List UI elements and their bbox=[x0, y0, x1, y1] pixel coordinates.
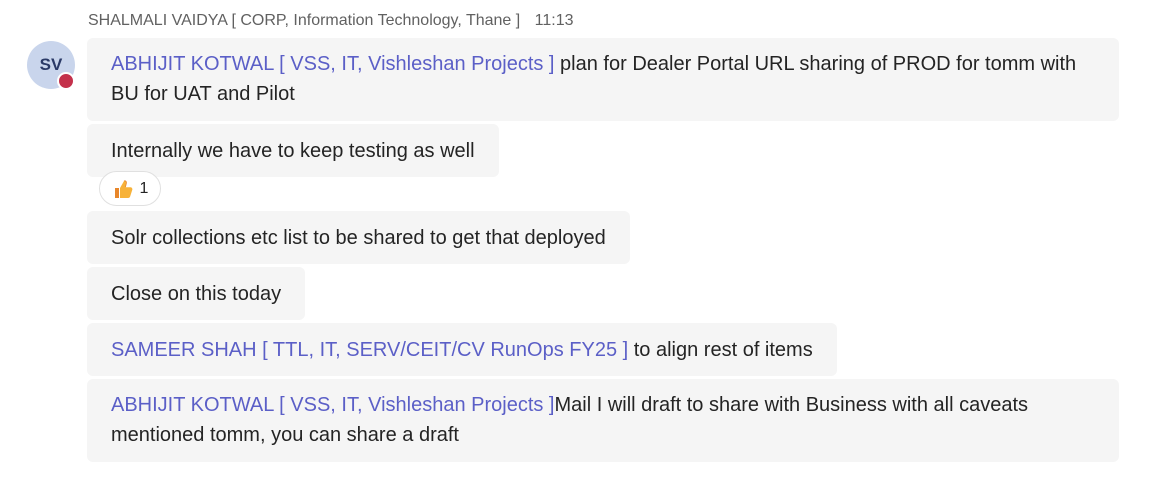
message-text: BU for UAT and Pilot bbox=[111, 83, 295, 105]
chat-message[interactable]: Close on this today bbox=[87, 267, 306, 320]
sender-name[interactable]: SHALMALI VAIDYA [ CORP, Information Tech… bbox=[88, 12, 520, 29]
chat-message[interactable]: SAMEER SHAH [ TTL, IT, SERV/CEIT/CV RunO… bbox=[87, 323, 837, 376]
reaction-button[interactable]: 1 bbox=[99, 171, 161, 206]
message-timestamp: 11:13 bbox=[534, 12, 574, 29]
chat-thread: SHALMALI VAIDYA [ CORP, Information Tech… bbox=[0, 0, 1152, 487]
message-header: SHALMALI VAIDYA [ CORP, Information Tech… bbox=[88, 12, 574, 30]
presence-status-icon bbox=[57, 72, 75, 90]
chat-message[interactable]: Solr collections etc list to be shared t… bbox=[87, 211, 630, 264]
message-line: ABHIJIT KOTWAL [ VSS, IT, Vishleshan Pro… bbox=[111, 390, 1095, 420]
message-text: mentioned tomm, you can share a draft bbox=[111, 424, 459, 446]
message-text: Internally we have to keep testing as we… bbox=[111, 140, 475, 162]
message-text: plan for Dealer Portal URL sharing of PR… bbox=[554, 53, 1077, 75]
mention-link[interactable]: ABHIJIT KOTWAL [ VSS, IT, Vishleshan Pro… bbox=[111, 53, 555, 75]
message-text: Close on this today bbox=[111, 283, 282, 305]
chat-message[interactable]: Internally we have to keep testing as we… bbox=[87, 124, 499, 177]
chat-message[interactable]: ABHIJIT KOTWAL [ VSS, IT, Vishleshan Pro… bbox=[87, 379, 1119, 462]
thumbs-up-icon bbox=[114, 179, 132, 198]
chat-message[interactable]: ABHIJIT KOTWAL [ VSS, IT, Vishleshan Pro… bbox=[87, 38, 1119, 121]
reaction-count: 1 bbox=[139, 179, 149, 197]
message-text: Solr collections etc list to be shared t… bbox=[111, 227, 606, 249]
message-text: Mail I will draft to share with Business… bbox=[554, 394, 1029, 416]
mention-link[interactable]: ABHIJIT KOTWAL [ VSS, IT, Vishleshan Pro… bbox=[111, 394, 555, 416]
message-line: ABHIJIT KOTWAL [ VSS, IT, Vishleshan Pro… bbox=[111, 49, 1095, 79]
mention-link[interactable]: SAMEER SHAH [ TTL, IT, SERV/CEIT/CV RunO… bbox=[111, 339, 628, 361]
avatar-initials: SV bbox=[39, 55, 63, 74]
message-text: to align rest of items bbox=[628, 339, 813, 361]
